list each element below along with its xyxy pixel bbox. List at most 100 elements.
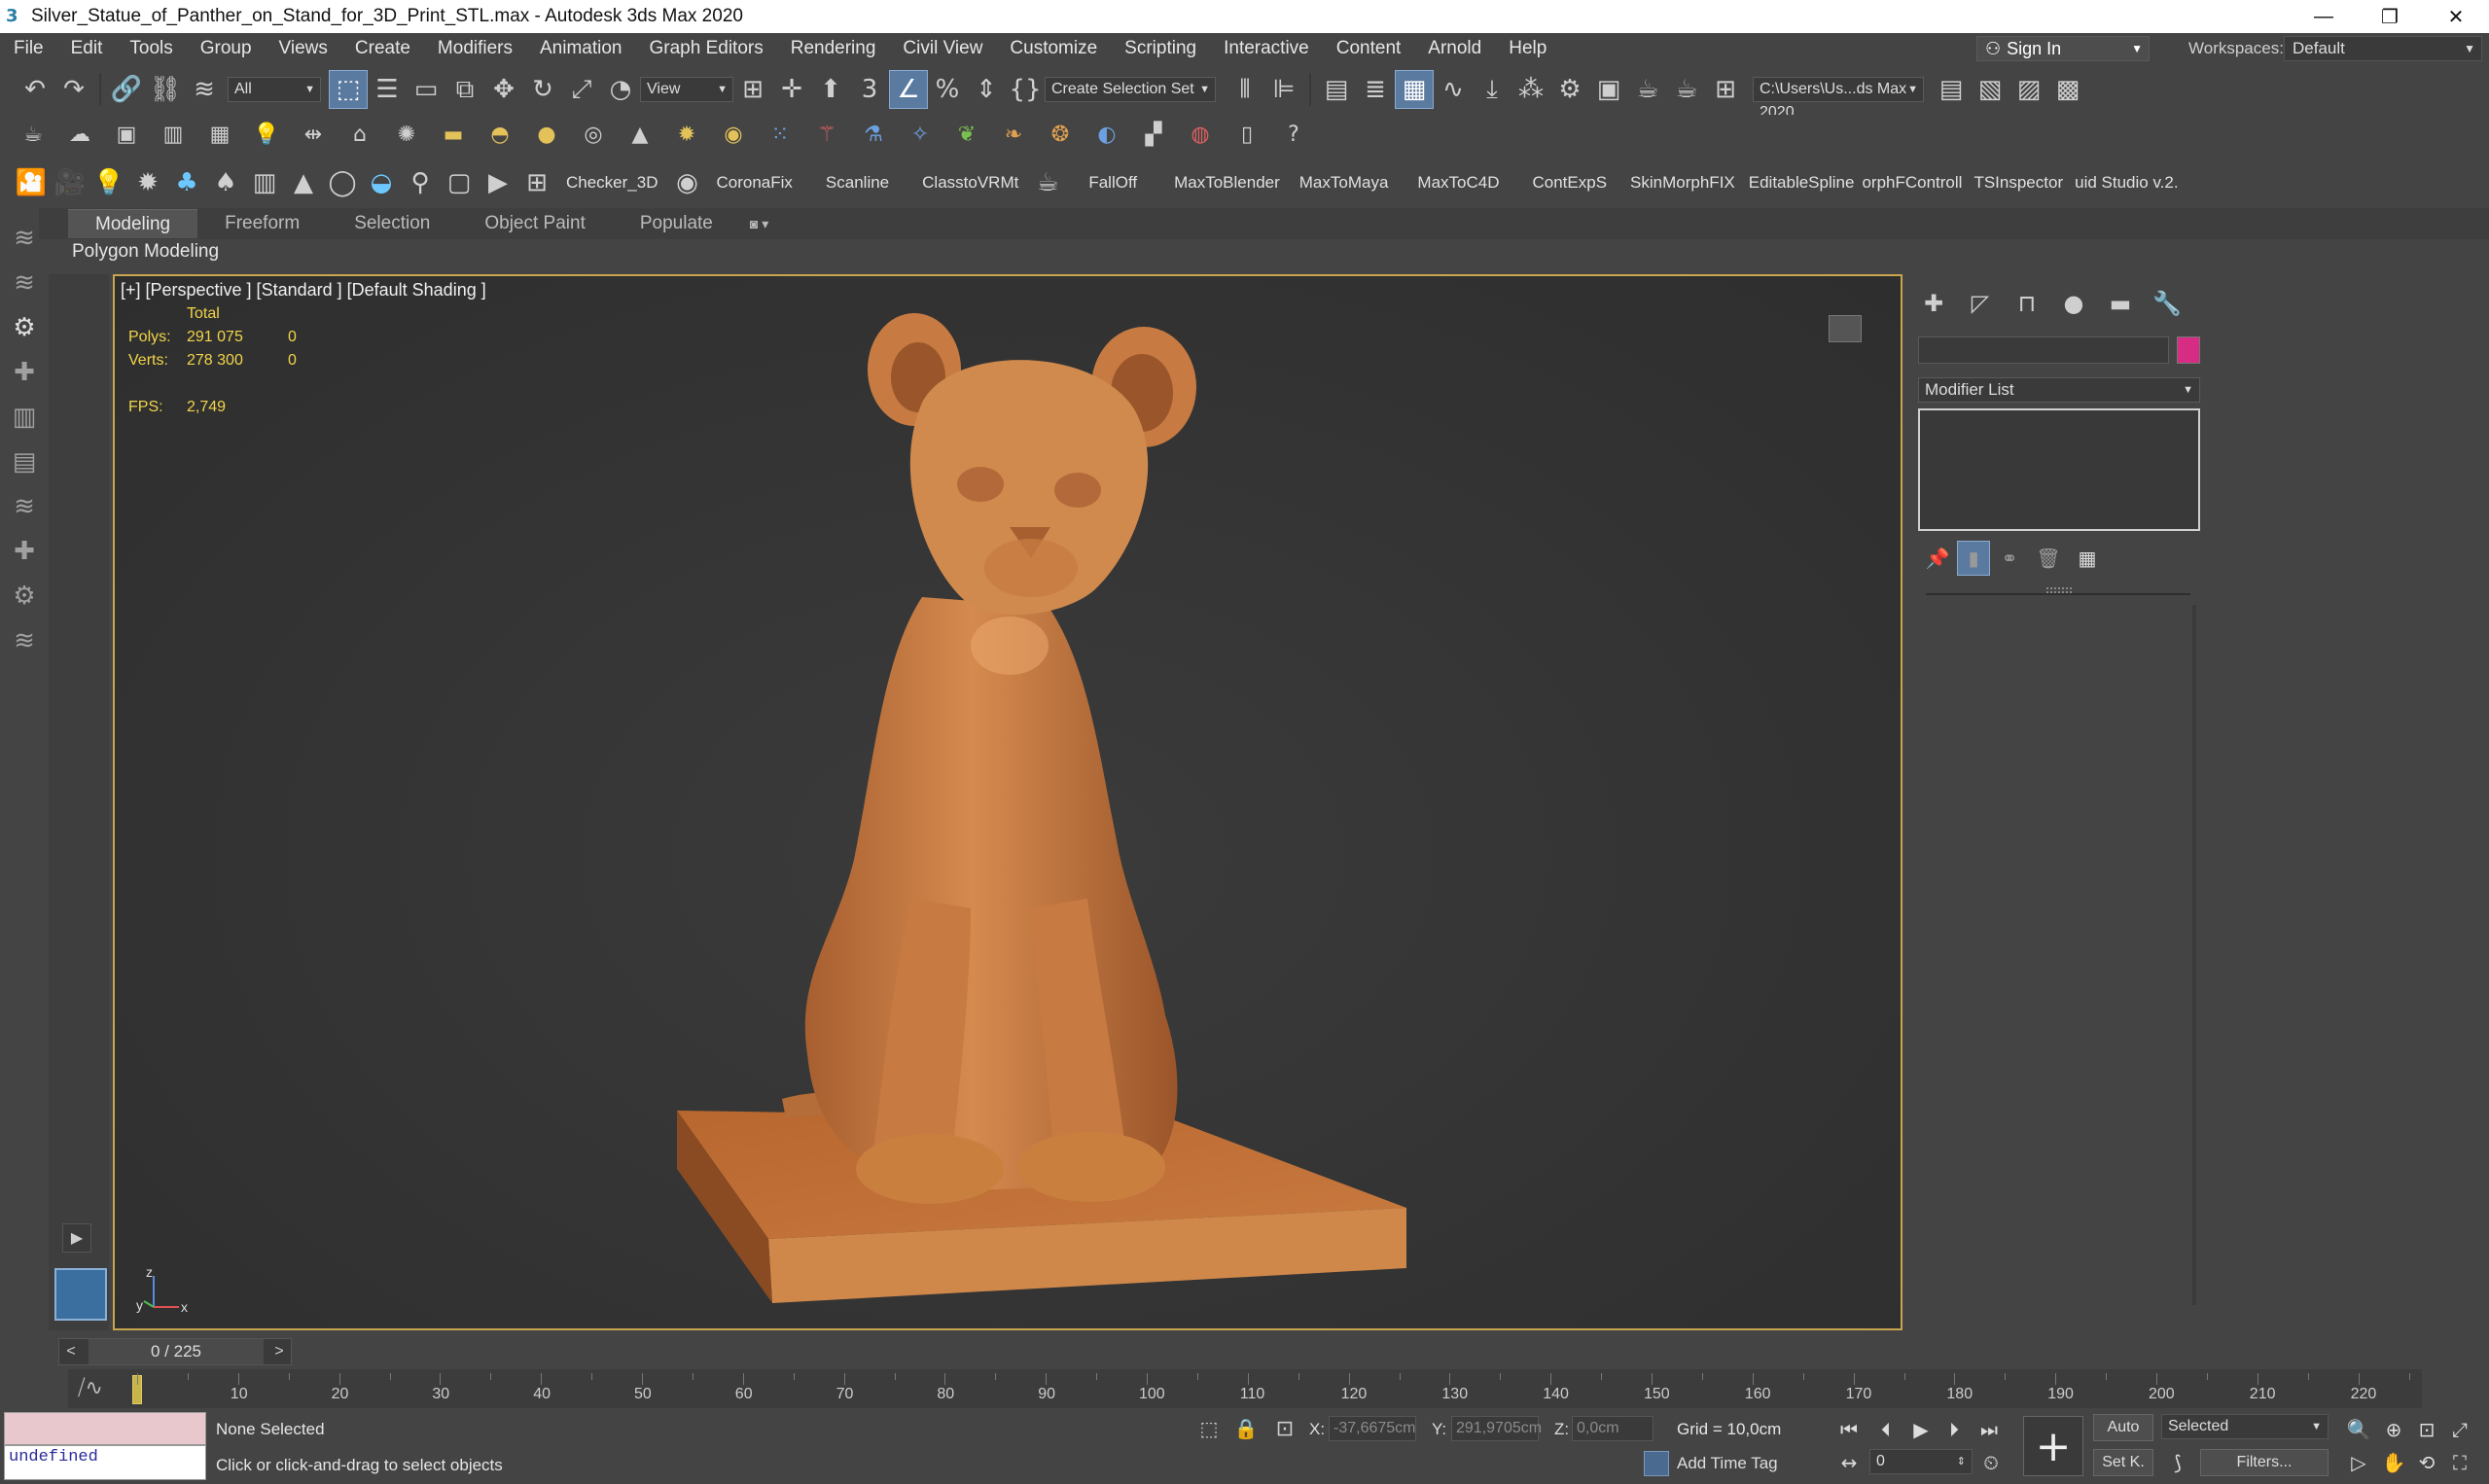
- script-maxtoc4d[interactable]: MaxToC4D: [1407, 173, 1509, 193]
- cloth-icon[interactable]: ❂: [1037, 115, 1084, 154]
- menu-interactive[interactable]: Interactive: [1210, 38, 1323, 59]
- ribbon-options-icon[interactable]: ◙ ▾: [740, 209, 778, 238]
- add-layer-icon[interactable]: ✚: [8, 356, 41, 389]
- zoom-icon[interactable]: 🔍: [2342, 1414, 2375, 1445]
- script-maxtomaya[interactable]: MaxToMaya: [1290, 173, 1399, 193]
- go-to-start-icon[interactable]: ⏮: [1832, 1414, 1866, 1445]
- menu-tools[interactable]: Tools: [116, 38, 186, 59]
- project-create-icon[interactable]: ▧: [1971, 70, 2009, 109]
- help-icon[interactable]: ?: [1270, 115, 1317, 154]
- scene-explorer-icon[interactable]: ▤: [1317, 70, 1356, 109]
- script-classtovrmt[interactable]: ClasstoVRMt: [912, 173, 1028, 193]
- layer-stack-icon[interactable]: ≋: [8, 222, 41, 255]
- ribbon-panel-label[interactable]: Polygon Modeling: [64, 241, 2489, 266]
- tab-populate[interactable]: Populate: [613, 209, 740, 238]
- script-fluid-studio[interactable]: uid Studio v.2.: [2071, 173, 2182, 193]
- select-by-name-icon[interactable]: ☰: [368, 70, 407, 109]
- workspace-select[interactable]: Default ▼: [2284, 36, 2482, 61]
- menu-graph-editors[interactable]: Graph Editors: [636, 38, 777, 59]
- rotate-icon[interactable]: ↻: [523, 70, 562, 109]
- script-falloff[interactable]: FallOff: [1079, 173, 1147, 193]
- menu-modifiers[interactable]: Modifiers: [424, 38, 526, 59]
- auto-key-button[interactable]: Auto: [2093, 1414, 2153, 1441]
- clipboard-icon[interactable]: ▥: [150, 115, 196, 154]
- rectangular-selection-icon[interactable]: ▭: [407, 70, 445, 109]
- utilities-tab-icon[interactable]: 🔧: [2144, 286, 2190, 321]
- key-mode-toggle-icon[interactable]: ↔: [1832, 1447, 1866, 1478]
- script-skinmorphfix[interactable]: SkinMorphFIX: [1620, 173, 1745, 193]
- camera-icon[interactable]: 🎦: [12, 163, 51, 202]
- modify-tab-icon[interactable]: ◸: [1957, 286, 2004, 321]
- hierarchy-tab-icon[interactable]: ⊓: [2004, 286, 2050, 321]
- sun-icon[interactable]: ✹: [663, 115, 710, 154]
- set-key-button[interactable]: Set K.: [2093, 1449, 2153, 1476]
- command-panel-scrollbar[interactable]: [2192, 605, 2196, 1305]
- render-iterative-icon[interactable]: ☕: [1667, 70, 1706, 109]
- snaps-toggle-icon[interactable]: 3: [850, 70, 889, 109]
- menu-help[interactable]: Help: [1495, 38, 1560, 59]
- move-icon[interactable]: ✥: [484, 70, 523, 109]
- field-of-view-icon[interactable]: ▷: [2342, 1447, 2375, 1478]
- next-frame-icon[interactable]: ⏵: [1938, 1414, 1971, 1445]
- hemisphere-icon[interactable]: ◓: [477, 115, 523, 154]
- create-tab-icon[interactable]: ✚: [1910, 286, 1957, 321]
- menu-edit[interactable]: Edit: [57, 38, 117, 59]
- rocket-icon[interactable]: ▲: [284, 163, 323, 202]
- menu-views[interactable]: Views: [266, 38, 341, 59]
- orbit-icon[interactable]: ⟲: [2410, 1447, 2443, 1478]
- leaf-icon[interactable]: ❦: [943, 115, 990, 154]
- time-slider[interactable]: < 0 / 225 >: [58, 1338, 292, 1365]
- scatter-icon[interactable]: ⁙: [757, 115, 803, 154]
- hair-icon[interactable]: ❧: [990, 115, 1037, 154]
- percent-snap-icon[interactable]: %: [928, 70, 967, 109]
- bone-icon[interactable]: ⚚: [803, 115, 850, 154]
- time-slider-prev-button[interactable]: <: [59, 1339, 83, 1364]
- sign-in-button[interactable]: ⚇ Sign In ▼: [1976, 36, 2150, 61]
- particle-icon[interactable]: ✧: [897, 115, 943, 154]
- project-folder-dropdown[interactable]: C:\Users\Us...ds Max 2020 ▼: [1753, 77, 1924, 121]
- named-selection-dropdown[interactable]: Create Selection Set ▼: [1045, 77, 1216, 102]
- tab-freeform[interactable]: Freeform: [197, 209, 327, 238]
- uv-icon[interactable]: ▞: [1130, 115, 1177, 154]
- script-checker-3d[interactable]: Checker_3D: [556, 173, 668, 193]
- bulb-outline-icon[interactable]: ⚲: [401, 163, 440, 202]
- modifier-list-dropdown[interactable]: Modifier List ▼: [1918, 377, 2200, 403]
- window-crossing-icon[interactable]: ⧉: [445, 70, 484, 109]
- angle-snap-icon[interactable]: ∠: [889, 70, 928, 109]
- paint-icon[interactable]: ✺: [383, 115, 430, 154]
- go-to-end-icon[interactable]: ⏭: [1973, 1414, 2006, 1445]
- tree-icon[interactable]: ♣: [167, 163, 206, 202]
- previous-frame-icon[interactable]: ⏴: [1869, 1414, 1902, 1445]
- sunlight-icon[interactable]: ✹: [128, 163, 167, 202]
- script-maxtoblender[interactable]: MaxToBlender: [1164, 173, 1290, 193]
- zoom-extents-all-icon[interactable]: ⤢: [2443, 1414, 2476, 1445]
- z-coord-field[interactable]: 0,0cm: [1572, 1416, 1653, 1441]
- menu-customize[interactable]: Customize: [996, 38, 1111, 59]
- menu-file[interactable]: File: [0, 38, 57, 59]
- render-gallery-icon[interactable]: ⊞: [1706, 70, 1745, 109]
- reference-coordinate-dropdown[interactable]: View ▼: [640, 77, 733, 102]
- cone-icon[interactable]: ▲: [617, 115, 663, 154]
- selection-filter-dropdown[interactable]: All ▼: [228, 77, 321, 102]
- material-editor-icon[interactable]: ⁂: [1511, 70, 1550, 109]
- material-sphere-icon[interactable]: ◐: [1084, 115, 1130, 154]
- edit-named-selection-icon[interactable]: {}: [1006, 70, 1045, 109]
- bake-icon[interactable]: ◍: [1177, 115, 1224, 154]
- frame-icon[interactable]: ▢: [440, 163, 479, 202]
- perspective-viewport[interactable]: [+] [Perspective ] [Standard ] [Default …: [113, 274, 1902, 1330]
- add-time-tag-button[interactable]: Add Time Tag: [1644, 1451, 1778, 1476]
- teapot-outline-icon[interactable]: ☕: [1028, 163, 1067, 202]
- bind-space-warp-icon[interactable]: ≋: [185, 70, 224, 109]
- maxscript-mini-listener-output[interactable]: undefined: [4, 1445, 206, 1480]
- layer-properties-icon[interactable]: ▤: [8, 445, 41, 478]
- unlink-icon[interactable]: ⛓: [146, 70, 185, 109]
- menu-scripting[interactable]: Scripting: [1111, 38, 1210, 59]
- render-setup-icon[interactable]: ⚙: [1550, 70, 1589, 109]
- make-unique-icon[interactable]: ⚭: [1990, 541, 2029, 576]
- menu-rendering[interactable]: Rendering: [777, 38, 890, 59]
- menu-animation[interactable]: Animation: [526, 38, 636, 59]
- current-frame-field[interactable]: 0 ⇕: [1869, 1449, 1973, 1474]
- viewport-layout-thumbnail[interactable]: [54, 1268, 107, 1321]
- tab-object-paint[interactable]: Object Paint: [457, 209, 613, 238]
- maxscript-mini-listener-input[interactable]: [4, 1412, 206, 1445]
